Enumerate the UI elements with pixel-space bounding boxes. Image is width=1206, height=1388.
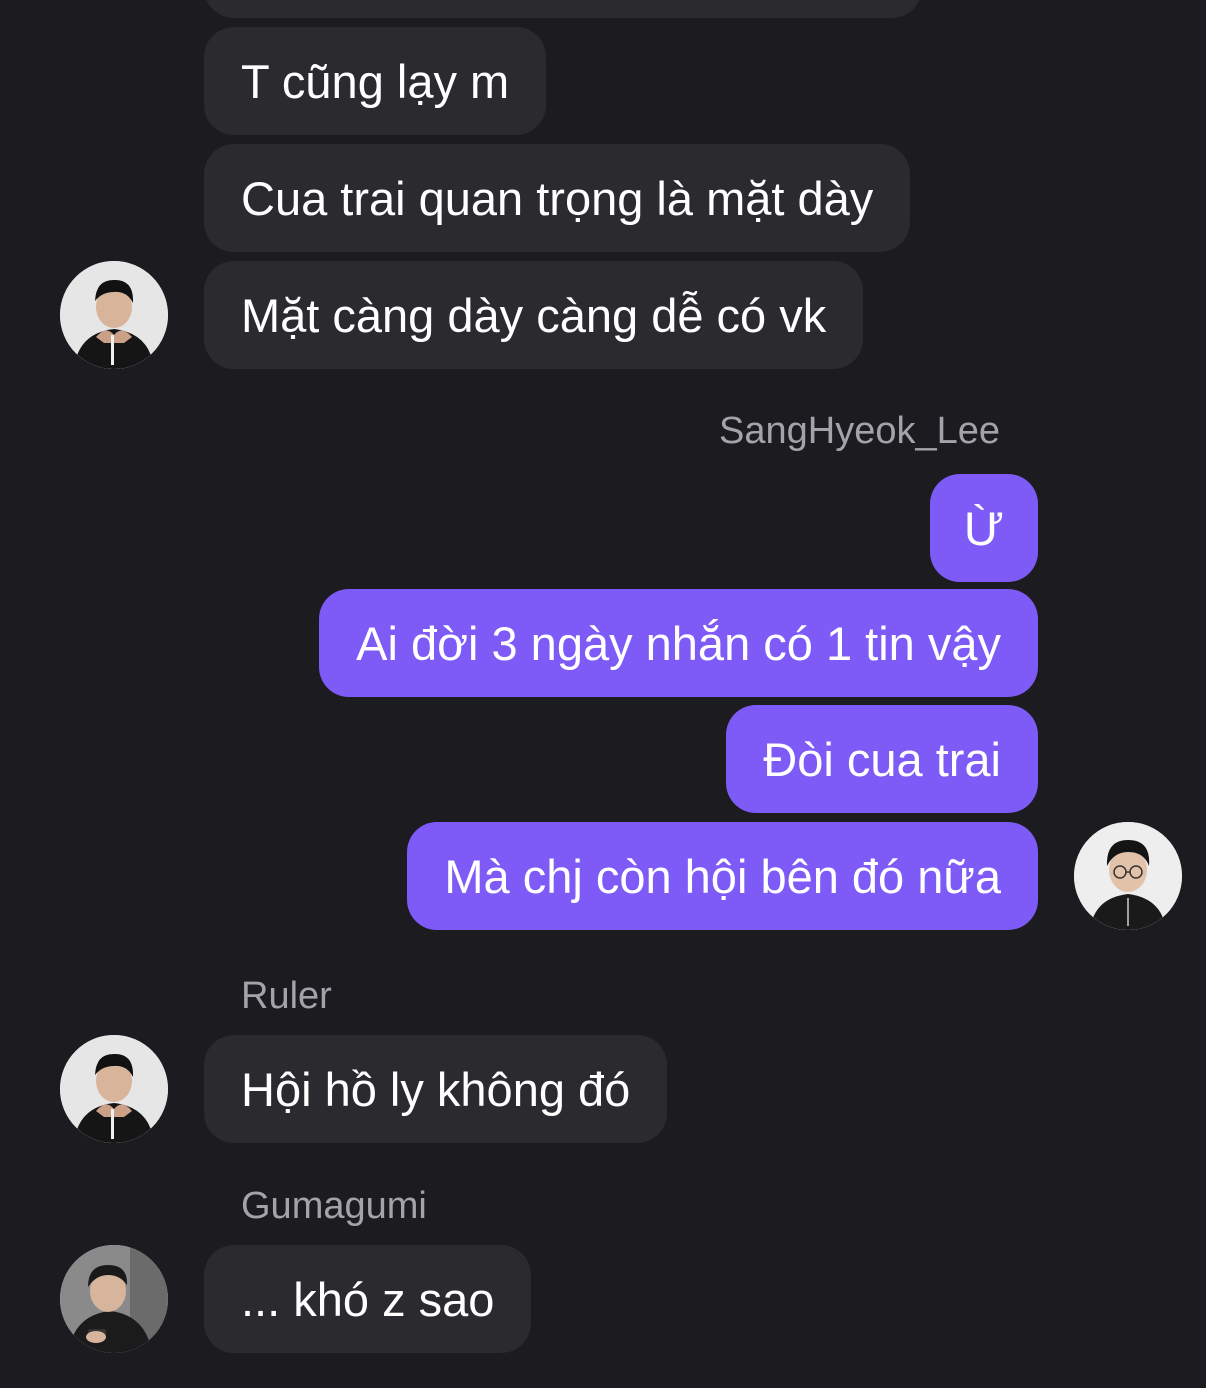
message-text: Mặt càng dày càng dễ có vk xyxy=(241,288,827,342)
message-bubble-outgoing[interactable]: Mà chj còn hội bên đó nữa xyxy=(407,822,1038,930)
user-avatar-icon xyxy=(60,261,168,369)
message-bubble-partial[interactable] xyxy=(204,0,922,18)
message-bubble-outgoing[interactable]: Ừ xyxy=(930,474,1038,582)
message-text: Mà chj còn hội bên đó nữa xyxy=(444,849,1001,903)
user-avatar-icon xyxy=(60,1035,168,1143)
message-text: Hội hồ ly không đó xyxy=(241,1062,631,1116)
avatar[interactable] xyxy=(60,261,168,369)
message-text: Cua trai quan trọng là mặt dày xyxy=(241,171,874,225)
message-text: Ừ xyxy=(963,501,1005,555)
message-text: ... khó z sao xyxy=(241,1272,495,1326)
message-bubble-incoming[interactable]: Cua trai quan trọng là mặt dày xyxy=(204,144,911,252)
message-bubble-outgoing[interactable]: Ai đời 3 ngày nhắn có 1 tin vậy xyxy=(319,589,1038,697)
message-bubble-incoming[interactable]: ... khó z sao xyxy=(204,1245,532,1353)
user-avatar-icon xyxy=(1074,822,1182,930)
avatar[interactable] xyxy=(1074,822,1182,930)
message-text: Đòi cua trai xyxy=(763,732,1001,786)
message-text: T cũng lạy m xyxy=(241,54,510,108)
sender-name: SangHyeok_Lee xyxy=(719,410,1000,452)
message-text: Ai đời 3 ngày nhắn có 1 tin vậy xyxy=(356,616,1001,670)
user-avatar-icon xyxy=(60,1245,168,1353)
message-bubble-incoming[interactable]: T cũng lạy m xyxy=(204,27,547,135)
avatar[interactable] xyxy=(60,1035,168,1143)
sender-name: Ruler xyxy=(241,975,332,1017)
message-bubble-outgoing[interactable]: Đòi cua trai xyxy=(726,705,1038,813)
message-bubble-incoming[interactable]: Mặt càng dày càng dễ có vk xyxy=(204,261,864,369)
avatar[interactable] xyxy=(60,1245,168,1353)
sender-name: Gumagumi xyxy=(241,1185,427,1227)
message-bubble-incoming[interactable]: Hội hồ ly không đó xyxy=(204,1035,668,1143)
